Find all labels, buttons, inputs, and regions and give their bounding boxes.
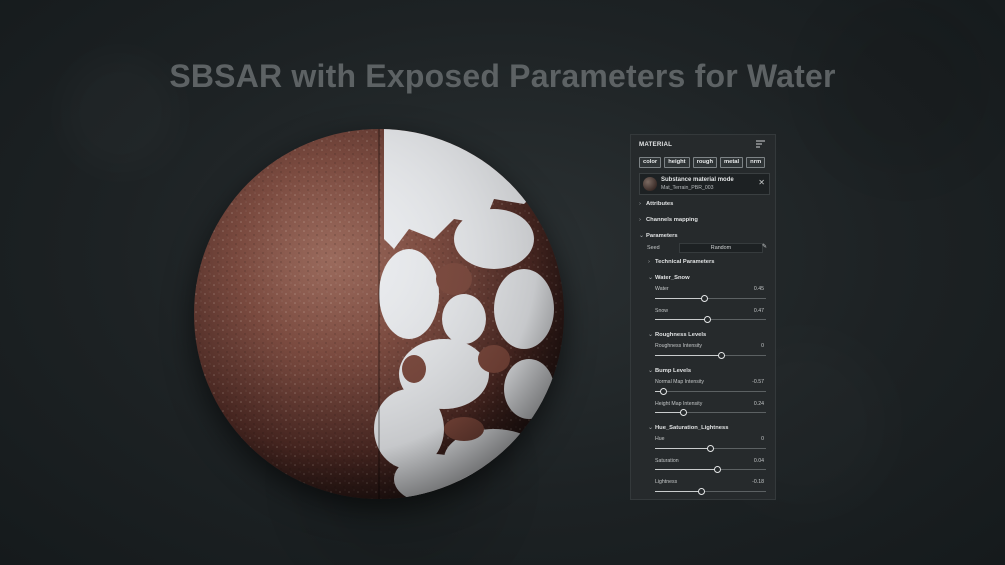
slider-height-map-intensity[interactable] bbox=[655, 409, 766, 416]
group-water-snow[interactable]: ⌄ Water_Snow bbox=[648, 275, 690, 281]
material-file-name: Mat_Terrain_PBR_003 bbox=[661, 185, 714, 191]
material-panel: MATERIAL color height rough metal nrm Su… bbox=[630, 134, 776, 500]
param-label-height-map-intensity: Height Map Intensity bbox=[655, 401, 703, 407]
panel-title: MATERIAL bbox=[639, 141, 673, 148]
chevron-right-icon: › bbox=[639, 201, 641, 207]
slider-snow[interactable] bbox=[655, 316, 766, 323]
chevron-down-icon: ⌄ bbox=[648, 332, 653, 338]
param-value-water: 0.45 bbox=[753, 286, 764, 292]
param-label-saturation: Saturation bbox=[655, 458, 679, 464]
param-value-snow: 0.47 bbox=[753, 308, 764, 314]
pencil-icon[interactable]: ✎ bbox=[762, 243, 767, 250]
group-roughness-levels[interactable]: ⌄ Roughness Levels bbox=[648, 332, 706, 338]
slider-handle[interactable] bbox=[680, 409, 688, 416]
slider-handle[interactable] bbox=[713, 466, 721, 473]
param-value-saturation: 0.04 bbox=[753, 458, 764, 464]
param-value-height-map-intensity: 0.24 bbox=[753, 401, 764, 407]
param-value-lightness: -0.18 bbox=[752, 479, 764, 485]
chevron-down-icon: ⌄ bbox=[639, 233, 644, 239]
slider-handle[interactable] bbox=[698, 488, 706, 495]
section-label: Attributes bbox=[646, 201, 674, 207]
chevron-right-icon: › bbox=[639, 217, 641, 223]
chevron-down-icon: ⌄ bbox=[648, 275, 653, 281]
slider-fill bbox=[655, 448, 711, 449]
seed-label: Seed bbox=[647, 245, 660, 251]
slider-fill bbox=[655, 298, 705, 299]
material-mode-label: Substance material mode bbox=[661, 177, 734, 183]
close-icon[interactable]: ✕ bbox=[758, 178, 765, 187]
group-hue-saturation-lightness[interactable]: ⌄ Hue_Saturation_Lightness bbox=[648, 425, 728, 431]
section-technical-parameters[interactable]: › Technical Parameters bbox=[648, 259, 715, 265]
param-label-normal-map-intensity: Normal Map Intensity bbox=[655, 379, 705, 385]
page-title: SBSAR with Exposed Parameters for Water bbox=[169, 58, 836, 94]
slider-handle[interactable] bbox=[718, 352, 726, 359]
slider-fill bbox=[655, 491, 702, 492]
section-label: Technical Parameters bbox=[655, 259, 715, 265]
slider-water[interactable] bbox=[655, 295, 766, 302]
slider-handle[interactable] bbox=[660, 388, 668, 395]
channel-chips: color height rough metal nrm bbox=[639, 157, 766, 168]
chevron-down-icon: ⌄ bbox=[648, 425, 653, 431]
chevron-down-icon: ⌄ bbox=[648, 368, 653, 374]
param-label-snow: Snow bbox=[655, 308, 668, 314]
chip-nrm[interactable]: nrm bbox=[746, 157, 766, 168]
chip-metal[interactable]: metal bbox=[720, 157, 744, 168]
param-label-water: Water bbox=[655, 286, 669, 292]
param-value-normal-map-intensity: -0.57 bbox=[752, 379, 764, 385]
param-label-hue: Hue bbox=[655, 436, 665, 442]
param-value-roughness-intensity: 0 bbox=[761, 343, 764, 349]
section-channels-mapping[interactable]: › Channels mapping bbox=[639, 217, 698, 223]
section-label: Channels mapping bbox=[646, 217, 698, 223]
slider-roughness-intensity[interactable] bbox=[655, 352, 766, 359]
param-label-lightness: Lightness bbox=[655, 479, 678, 485]
param-value-hue: 0 bbox=[761, 436, 764, 442]
slider-hue[interactable] bbox=[655, 445, 766, 452]
section-parameters[interactable]: ⌄ Parameters bbox=[639, 233, 678, 239]
material-preview-sphere bbox=[194, 129, 564, 499]
group-title: Hue_Saturation_Lightness bbox=[655, 425, 729, 431]
chip-height[interactable]: height bbox=[664, 157, 690, 168]
material-slot[interactable]: Substance material mode Mat_Terrain_PBR_… bbox=[639, 173, 770, 195]
slider-saturation[interactable] bbox=[655, 466, 766, 473]
group-title: Roughness Levels bbox=[655, 332, 707, 338]
chip-color[interactable]: color bbox=[639, 157, 662, 168]
group-title: Bump Levels bbox=[655, 368, 692, 374]
slider-lightness[interactable] bbox=[655, 488, 766, 495]
group-title: Water_Snow bbox=[655, 275, 690, 281]
slider-fill bbox=[655, 355, 722, 356]
panel-header: MATERIAL bbox=[631, 135, 775, 153]
section-label: Parameters bbox=[646, 233, 678, 239]
group-bump-levels[interactable]: ⌄ Bump Levels bbox=[648, 368, 691, 374]
slider-handle[interactable] bbox=[707, 445, 714, 452]
filter-list-icon[interactable] bbox=[756, 140, 765, 148]
slider-handle[interactable] bbox=[701, 295, 709, 302]
seed-field[interactable]: Random bbox=[679, 243, 763, 253]
chevron-right-icon: › bbox=[648, 259, 650, 265]
chip-rough[interactable]: rough bbox=[692, 157, 717, 168]
slider-fill bbox=[655, 469, 718, 470]
slider-fill bbox=[655, 319, 708, 320]
param-label-roughness-intensity: Roughness Intensity bbox=[655, 343, 703, 349]
slider-normal-map-intensity[interactable] bbox=[655, 388, 766, 395]
slider-handle[interactable] bbox=[703, 316, 711, 323]
material-thumbnail bbox=[643, 177, 657, 191]
section-attributes[interactable]: › Attributes bbox=[639, 201, 673, 207]
